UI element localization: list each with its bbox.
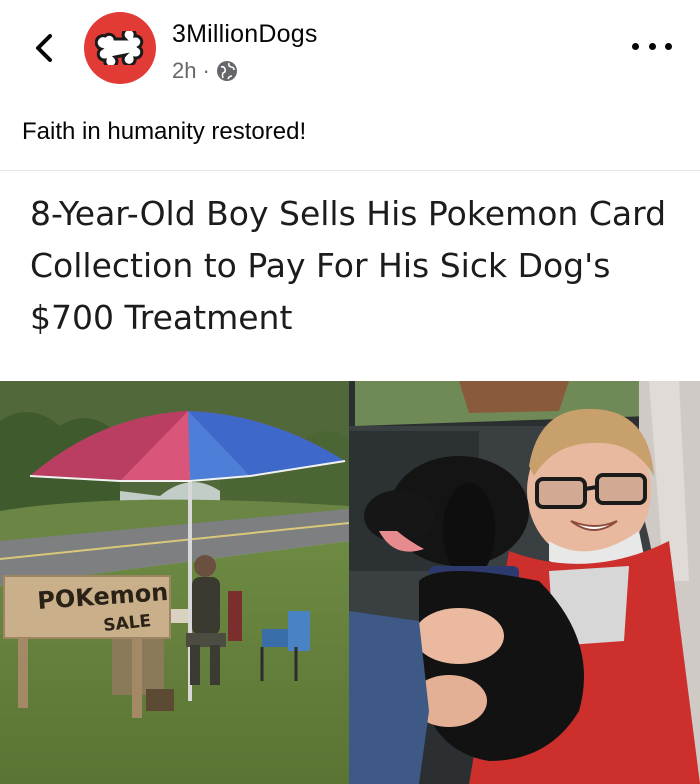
- post-header: 3MillionDogs 2h ·: [0, 0, 700, 100]
- post-caption: Faith in humanity restored!: [22, 118, 307, 145]
- post-meta: 2h ·: [172, 58, 238, 84]
- article-headline: 8-Year-Old Boy Sells His Pokemon Card Co…: [30, 194, 667, 337]
- photo-boy-with-dog[interactable]: [349, 381, 700, 784]
- bone-icon: [95, 31, 144, 65]
- meta-separator: ·: [202, 58, 210, 83]
- back-button[interactable]: [26, 30, 62, 66]
- more-options-button[interactable]: [632, 34, 672, 58]
- more-dot: [665, 42, 672, 50]
- chevron-left-icon: [36, 34, 52, 62]
- photo-roadside-sale[interactable]: POKemon SALE: [0, 381, 349, 784]
- page-name[interactable]: 3MillionDogs: [172, 20, 318, 49]
- more-horizontal-icon: [632, 42, 639, 50]
- globe-icon: [216, 61, 237, 81]
- post-photos[interactable]: POKemon SALE: [0, 381, 700, 784]
- page-avatar[interactable]: [84, 12, 156, 84]
- roadside-scene: POKemon SALE: [0, 381, 349, 784]
- boy-dog-scene: [349, 381, 700, 784]
- divider: [0, 170, 700, 171]
- more-dot: [648, 42, 656, 50]
- post-time[interactable]: 2h: [172, 58, 196, 84]
